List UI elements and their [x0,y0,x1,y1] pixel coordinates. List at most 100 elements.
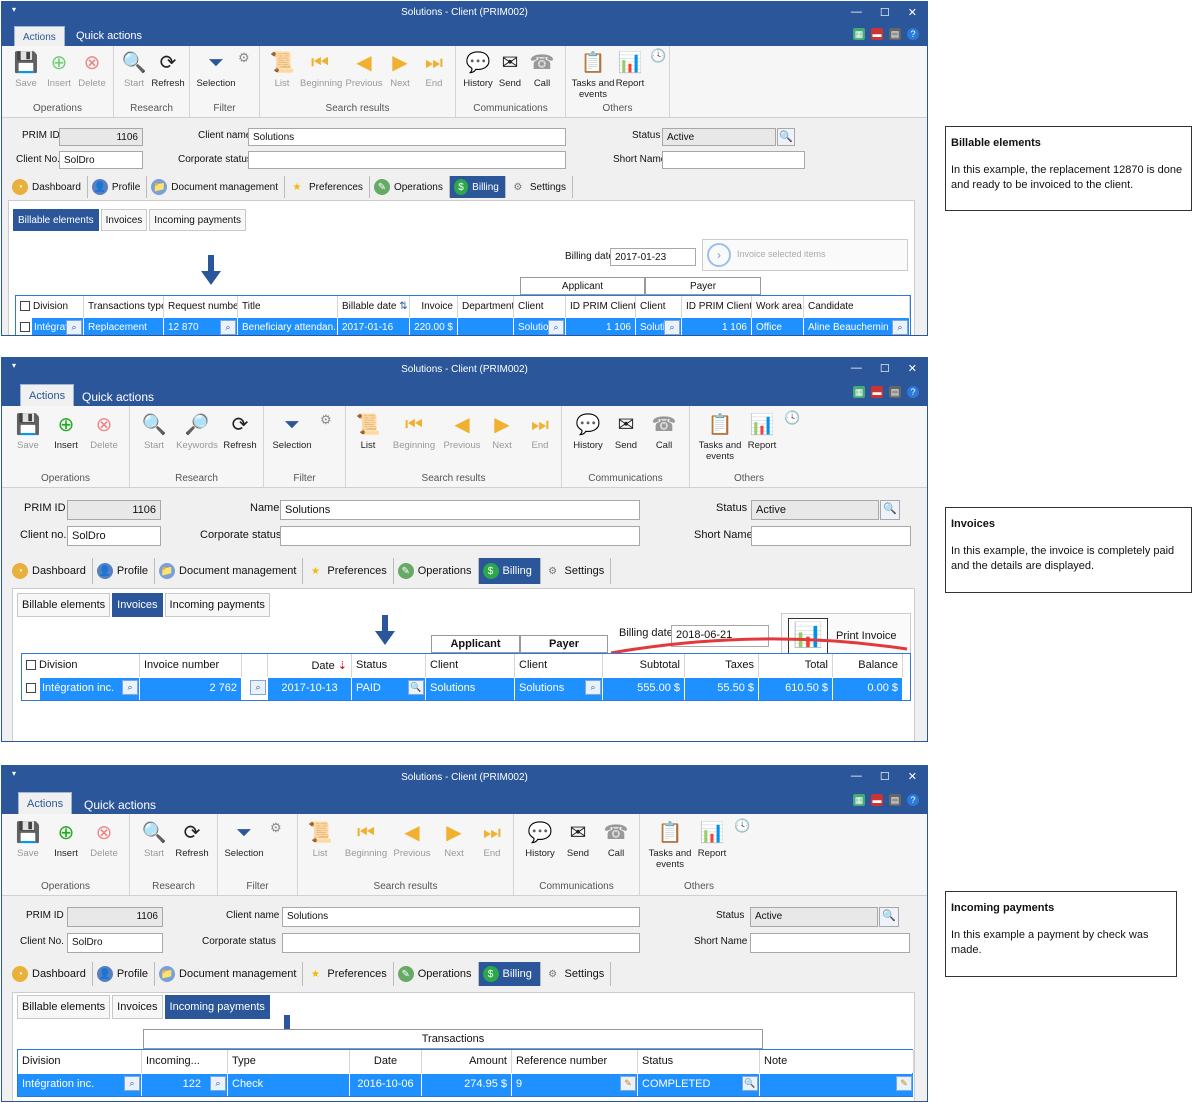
col-total[interactable]: Total [759,654,833,677]
call-button[interactable]: ☎ Call [596,820,636,859]
tab-billing[interactable]: $ Billing [478,962,541,986]
col-applicant-id-prim[interactable]: ID PRIM Client [566,296,636,318]
col-division[interactable]: Division [18,1050,142,1073]
list-button[interactable]: 📜 List [300,820,340,859]
subtab-billable-elements[interactable]: Billable elements [17,995,111,1019]
tab-dashboard[interactable]: ◔ Dashboard [8,962,93,986]
maximize-icon[interactable]: ☐ [880,362,890,375]
minimize-icon[interactable]: — [851,770,862,783]
col-date[interactable]: Date [350,1050,422,1073]
division-lookup-icon[interactable]: ⌕ [122,680,138,695]
invoice-lookup-icon[interactable]: ⌕ [250,680,266,695]
close-icon[interactable]: ✕ [908,362,917,375]
filter-settings-icon[interactable]: ⚙ [320,412,332,428]
short-name-field[interactable] [662,151,805,169]
subtab-invoices[interactable]: Invoices [112,593,163,617]
col-transactions-type[interactable]: Transactions type [84,296,164,318]
selection-button[interactable]: ⏷ Selection [272,412,312,451]
save-button[interactable]: 💾 Save [8,412,48,451]
col-invoice-number[interactable]: Invoice number ⏷ [140,654,242,677]
col-work-area[interactable]: Work area [752,296,804,318]
tasks-events-button[interactable]: 📋 Tasks and events [694,412,746,462]
col-note[interactable]: Note [760,1050,914,1073]
calculator-icon[interactable]: ▦ [853,386,865,398]
clock-icon[interactable]: 🕓 [650,48,666,64]
tasks-events-button[interactable]: 📋 Tasks and events [644,820,696,870]
help-icon[interactable]: ? [907,386,919,398]
table-row[interactable]: Intégration inc. ⌕ 2 762 ⌕ 2017-10-13 PAI… [22,678,903,700]
col-type[interactable]: Type [228,1050,350,1073]
note-edit-pencil-icon[interactable]: ✎ [896,1076,912,1091]
tab-dashboard[interactable]: ◔ Dashboard [8,176,88,198]
send-button[interactable]: ✉ Send [558,820,598,859]
col-status[interactable]: Status [638,1050,760,1073]
print-icon[interactable]: ▤ [889,386,901,398]
tab-quick-actions[interactable]: Quick actions [76,794,164,814]
report-button[interactable]: 📊 Report [610,50,650,89]
tab-actions[interactable]: Actions [20,384,75,406]
short-name-field[interactable] [750,933,910,953]
col-balance[interactable]: Balance [833,654,903,677]
next-button[interactable]: ▶ Next [434,820,474,859]
tab-billing[interactable]: $ Billing [449,176,506,198]
division-lookup-icon[interactable]: ⌕ [124,1076,140,1091]
delete-button[interactable]: ⊗ Delete [84,412,124,451]
col-subtotal[interactable]: Subtotal [603,654,685,677]
client-name-field[interactable]: Solutions [280,500,640,520]
list-button[interactable]: 📜 List [262,50,302,89]
tab-actions[interactable]: Actions [18,792,73,814]
report-button[interactable]: 📊 Report [692,820,732,859]
select-all-checkbox[interactable] [26,660,36,671]
applicant-lookup-icon[interactable]: ⌕ [548,320,564,335]
tab-profile[interactable]: 👤 Profile [88,176,148,198]
subtab-invoices[interactable]: Invoices [100,209,148,231]
corporate-status-field[interactable] [282,933,640,953]
delete-button[interactable]: ⊗ Delete [84,820,124,859]
prim-id-field[interactable]: 1106 [67,500,161,520]
status-search-icon[interactable]: 🔍 [880,500,900,520]
refresh-button[interactable]: ⟳ Refresh [172,820,212,859]
clock-icon[interactable]: 🕓 [734,818,750,834]
row-checkbox[interactable] [20,322,30,333]
status-search-icon[interactable]: 🔍 [777,128,795,146]
client-no-field[interactable]: SolDro [59,151,143,169]
help-icon[interactable]: ? [907,28,919,40]
subtab-billable-elements[interactable]: Billable elements [17,593,111,617]
refresh-button[interactable]: ⟳ Refresh [148,50,188,89]
status-search-icon[interactable]: 🔍 [879,907,899,927]
keywords-button[interactable]: 🔎 Keywords [174,412,220,451]
incoming-lookup-icon[interactable]: ⌕ [210,1076,226,1091]
end-button[interactable]: ⏭ End [472,820,512,859]
client-name-field[interactable]: Solutions [282,907,640,927]
tab-operations[interactable]: ✎ Operations [394,962,479,986]
subtab-incoming-payments[interactable]: Incoming payments [164,995,270,1019]
col-division[interactable]: Division [16,296,84,318]
filter-settings-icon[interactable]: ⚙ [238,50,250,66]
beginning-button[interactable]: ⏮ Beginning [300,50,342,89]
calendar-icon[interactable]: ▬ [871,28,883,40]
col-invoice[interactable]: Invoice [410,296,458,318]
maximize-icon[interactable]: ☐ [880,770,890,783]
print-icon[interactable]: ▤ [889,28,901,40]
history-button[interactable]: 💬 History [568,412,608,451]
tab-dashboard[interactable]: ◔ Dashboard [8,558,93,584]
minimize-icon[interactable]: — [851,6,862,19]
status-search-icon[interactable]: 🔍 [742,1076,758,1091]
minimize-icon[interactable]: — [851,362,862,375]
status-field[interactable]: Active [662,128,776,146]
payer-lookup-icon[interactable]: ⌕ [585,680,601,695]
payer-lookup-icon[interactable]: ⌕ [664,320,680,335]
subtab-invoices[interactable]: Invoices [112,995,163,1019]
start-button[interactable]: 🔍 Start [134,412,174,451]
tab-settings[interactable]: ⚙ Settings [541,962,612,986]
col-incoming[interactable]: Incoming... [142,1050,228,1073]
edit-pencil-icon[interactable]: ✎ [620,1076,636,1091]
insert-button[interactable]: ⊕ Insert [46,820,86,859]
filter-settings-icon[interactable]: ⚙ [270,820,282,836]
tab-preferences[interactable]: ★ Preferences [303,558,394,584]
client-name-field[interactable]: Solutions [248,128,566,146]
selection-button[interactable]: ⏷ Selection [224,820,264,859]
col-candidate[interactable]: Candidate [804,296,910,318]
calendar-icon[interactable]: ▬ [871,794,883,806]
tab-profile[interactable]: 👤 Profile [93,558,156,584]
